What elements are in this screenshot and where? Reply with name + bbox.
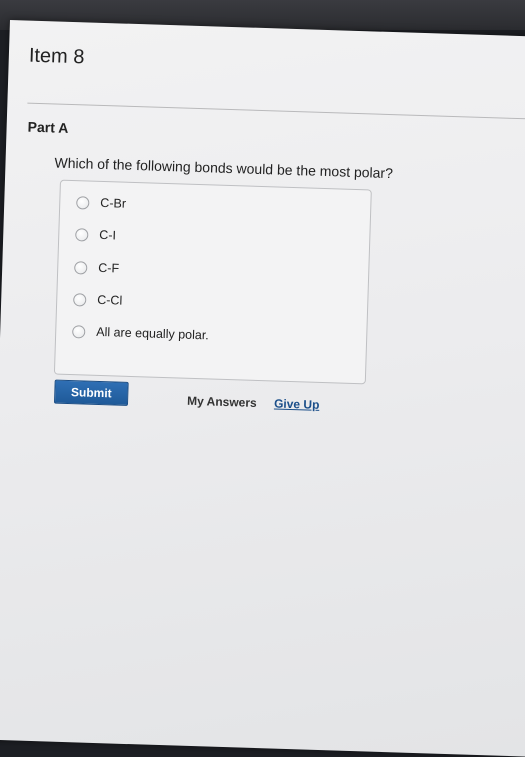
option-label: C-I [99, 227, 117, 243]
radio-button[interactable] [76, 195, 90, 210]
give-up-link[interactable]: Give Up [274, 396, 320, 411]
option-label: C-F [98, 260, 120, 276]
radio-button[interactable] [73, 292, 87, 307]
radio-button[interactable] [72, 324, 86, 339]
option-label: All are equally polar. [96, 324, 209, 343]
radio-button[interactable] [74, 260, 88, 275]
option-c-i[interactable]: C-I [75, 227, 116, 242]
option-c-f[interactable]: C-F [74, 260, 120, 276]
option-c-br[interactable]: C-Br [76, 195, 126, 211]
option-all-equal[interactable]: All are equally polar. [72, 324, 209, 342]
answer-options-box: C-Br C-I C-F C-Cl All are equally polar. [53, 179, 372, 385]
option-label: C-Cl [97, 292, 123, 308]
item-title: Item 8 [28, 44, 85, 69]
submit-button[interactable]: Submit [53, 379, 129, 406]
part-label: Part A [27, 118, 69, 136]
my-answers-label: My Answers [186, 393, 257, 410]
option-label: C-Br [100, 195, 127, 211]
screen: Item 8 Part A Which of the following bon… [0, 20, 525, 757]
radio-button[interactable] [75, 227, 89, 242]
divider [27, 102, 525, 120]
option-c-cl[interactable]: C-Cl [73, 292, 122, 308]
question-text: Which of the following bonds would be th… [54, 154, 394, 182]
